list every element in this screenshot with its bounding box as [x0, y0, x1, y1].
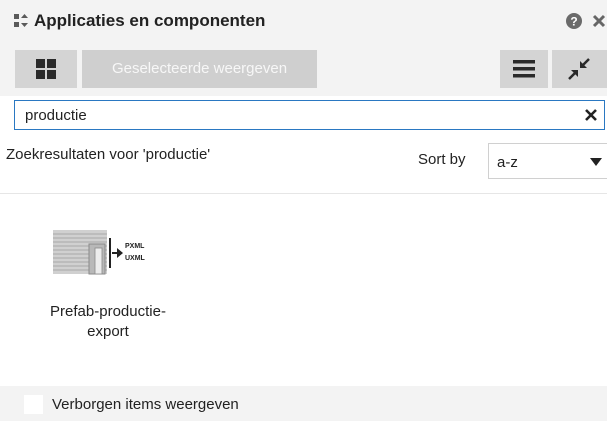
collapse-button[interactable] — [552, 50, 607, 88]
panel-header: Applicaties en componenten ? — [0, 0, 607, 43]
sort-selected-value: a-z — [497, 154, 518, 171]
clear-search-icon[interactable] — [583, 107, 599, 123]
collapse-icon — [568, 58, 590, 80]
footer: Verborgen items weergeven — [0, 386, 607, 421]
sort-select[interactable]: a-z — [488, 143, 607, 179]
grid-icon — [36, 59, 56, 79]
icon-label-uxml: UXML — [125, 255, 146, 262]
tile-name-line2: export — [87, 323, 129, 340]
sort-by-label: Sort by — [418, 151, 466, 168]
list-view-button[interactable] — [500, 50, 548, 88]
list-icon — [513, 60, 535, 78]
search-input[interactable] — [15, 101, 555, 129]
search-box — [14, 100, 605, 130]
panel-title: Applicaties en componenten — [34, 11, 266, 30]
toolbar: Geselecteerde weergeven — [0, 42, 607, 96]
tile-name-line1: Prefab-productie- — [50, 303, 166, 320]
grid-view-button[interactable] — [15, 50, 77, 88]
show-hidden-checkbox[interactable] — [24, 395, 43, 414]
chevron-down-icon — [590, 158, 602, 166]
close-icon[interactable] — [591, 13, 607, 29]
show-selected-button[interactable]: Geselecteerde weergeven — [82, 50, 317, 88]
drag-grip-icon[interactable] — [14, 14, 28, 28]
result-tile[interactable]: PXML UXML Prefab-productie- export — [18, 210, 198, 360]
search-results-label: Zoekresultaten voor 'productie' — [6, 146, 211, 163]
svg-text:?: ? — [570, 15, 577, 29]
show-hidden-label[interactable]: Verborgen items weergeven — [52, 396, 239, 413]
icon-label-pxml: PXML — [125, 243, 145, 250]
divider — [0, 193, 607, 194]
export-pxml-uxml-icon: PXML UXML — [53, 230, 146, 275]
tile-name: Prefab-productie- export — [18, 302, 198, 342]
help-icon[interactable]: ? — [565, 12, 583, 30]
